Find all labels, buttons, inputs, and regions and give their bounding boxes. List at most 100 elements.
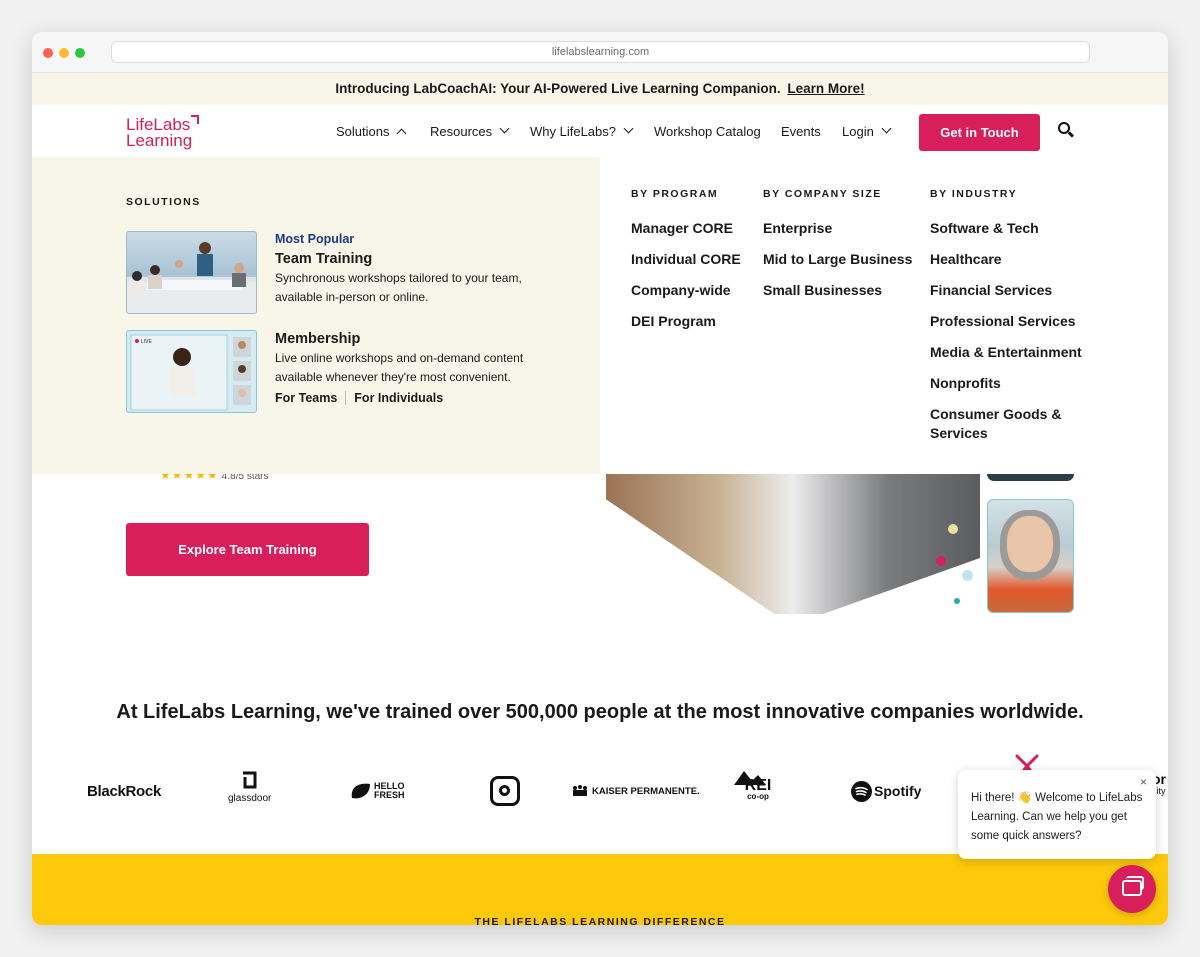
hero-image (606, 474, 980, 614)
decor-dot (954, 598, 960, 604)
menu-item-professional-services[interactable]: Professional Services (930, 312, 1082, 331)
instagram-logo (490, 773, 520, 809)
nav-solutions[interactable]: Solutions (336, 105, 407, 157)
video-card-partial (987, 474, 1074, 481)
nav-workshop-catalog[interactable]: Workshop Catalog (654, 105, 761, 157)
menu-item-manager-core[interactable]: Manager CORE (631, 219, 741, 238)
nav-workshop-catalog-label: Workshop Catalog (654, 123, 761, 139)
team-training-title[interactable]: Team Training (275, 249, 522, 269)
menu-item-mid-large[interactable]: Mid to Large Business (763, 250, 912, 269)
close-icon[interactable]: × (1140, 773, 1147, 792)
chevron-down-icon (623, 123, 634, 133)
decor-dot (962, 570, 973, 581)
difference-label: THE LIFELABS LEARNING DIFFERENCE (474, 916, 726, 925)
hellofresh-logo: HELLO FRESH (350, 773, 405, 809)
by-company-size-list: Enterprise Mid to Large Business Small B… (763, 219, 912, 312)
mega-menu-solutions: SOLUTIONS Most Popular Team Training Syn… (32, 157, 600, 474)
menu-item-nonprofits[interactable]: Nonprofits (930, 374, 1082, 393)
kaiser-people-icon (573, 785, 587, 796)
by-program-heading: BY PROGRAM (631, 188, 719, 200)
nav-resources[interactable]: Resources (430, 105, 510, 157)
menu-item-software-tech[interactable]: Software & Tech (930, 219, 1082, 238)
menu-item-company-wide[interactable]: Company-wide (631, 281, 741, 300)
spotify-icon (851, 780, 872, 802)
team-training-desc-1: Synchronous workshops tailored to your t… (275, 271, 522, 285)
menu-item-consumer-goods-line2[interactable]: Services (930, 424, 1082, 443)
membership-desc-1: Live online workshops and on-demand cont… (275, 351, 524, 365)
glassdoor-wordmark: glassdoor (228, 793, 272, 804)
team-training-desc-2: available in-person or online. (275, 290, 429, 304)
browser-chrome: lifelabslearning.com (32, 32, 1168, 73)
live-badge: LIVE (141, 339, 153, 345)
menu-item-media-entertainment[interactable]: Media & Entertainment (930, 343, 1082, 362)
spotify-wordmark: Spotify (874, 783, 922, 799)
nav-login[interactable]: Login (842, 105, 892, 157)
team-training-text[interactable]: Most Popular Team Training Synchronous w… (275, 230, 522, 307)
menu-item-consumer-goods[interactable]: Consumer Goods & (930, 405, 1082, 424)
chat-launcher-button[interactable] (1108, 865, 1156, 913)
most-popular-tag: Most Popular (275, 232, 355, 246)
membership-desc-2: available whenever they're most convenie… (275, 370, 511, 384)
by-company-size-heading: BY COMPANY SIZE (763, 188, 882, 200)
membership-title[interactable]: Membership (275, 329, 523, 349)
nav-why-lifelabs[interactable]: Why LifeLabs? (530, 105, 634, 157)
address-bar[interactable]: lifelabslearning.com (111, 41, 1090, 63)
menu-item-healthcare[interactable]: Healthcare (930, 250, 1082, 269)
kaiser-wordmark: KAISER PERMANENTE. (592, 785, 700, 797)
minimize-window-icon[interactable] (59, 48, 69, 58)
announcement-bar: Introducing LabCoachAI: Your AI-Powered … (32, 73, 1168, 105)
search-icon[interactable] (1058, 122, 1076, 140)
logo-line-2: Learning (126, 131, 193, 150)
nav-resources-label: Resources (430, 123, 493, 139)
chat-message-text: Hi there! 👋 Welcome to LifeLabs Learning… (971, 792, 1143, 842)
get-in-touch-button[interactable]: Get in Touch (919, 114, 1040, 151)
chevron-down-icon (499, 123, 510, 133)
chevron-down-icon (881, 123, 892, 133)
decor-dot (948, 524, 958, 534)
spotify-logo: Spotify (851, 773, 921, 809)
menu-item-individual-core[interactable]: Individual CORE (631, 250, 741, 269)
nav-why-lifelabs-label: Why LifeLabs? (530, 123, 616, 139)
hellofresh-line-2: FRESH (374, 790, 405, 800)
announcement-text: Introducing LabCoachAI: Your AI-Powered … (335, 81, 781, 96)
maximize-window-icon[interactable] (75, 48, 85, 58)
chat-icon-front (1122, 880, 1142, 896)
kaiser-logo: KAISER PERMANENTE. (572, 773, 700, 809)
instagram-icon (490, 776, 520, 806)
membership-image[interactable]: LIVE (126, 330, 257, 413)
glassdoor-logo: glassdoor (228, 771, 271, 807)
nav-login-label: Login (842, 123, 874, 139)
menu-item-financial-services[interactable]: Financial Services (930, 281, 1082, 300)
rei-logo: REI co-op (734, 771, 782, 807)
team-training-image[interactable] (126, 231, 257, 314)
chat-message-bubble[interactable]: × Hi there! 👋 Welcome to LifeLabs Learni… (958, 770, 1156, 859)
hellofresh-leaf-icon (351, 783, 370, 799)
site-header: LifeLabs Learning Solutions Resources Wh… (32, 105, 1168, 157)
portrait-image (987, 499, 1074, 613)
membership-links: For Teams For Individuals (275, 391, 451, 405)
by-industry-list: Software & Tech Healthcare Financial Ser… (930, 219, 1082, 455)
for-teams-link[interactable]: For Teams (275, 391, 347, 405)
close-window-icon[interactable] (43, 48, 53, 58)
difference-section (32, 854, 1168, 925)
menu-item-enterprise[interactable]: Enterprise (763, 219, 912, 238)
by-industry-heading: BY INDUSTRY (930, 188, 1018, 200)
menu-item-small-business[interactable]: Small Businesses (763, 281, 912, 300)
chevron-up-icon (397, 128, 407, 138)
nav-events-label: Events (781, 123, 821, 139)
blackrock-logo: BlackRock (87, 782, 162, 800)
rei-sub: co-op (747, 792, 769, 801)
decor-dot (936, 556, 946, 566)
explore-team-training-button[interactable]: Explore Team Training (126, 523, 369, 576)
solutions-heading: SOLUTIONS (126, 196, 201, 208)
for-individuals-link[interactable]: For Individuals (346, 391, 451, 405)
mega-menu-categories: BY PROGRAM Manager CORE Individual CORE … (600, 157, 1168, 474)
learn-more-link[interactable]: Learn More! (787, 81, 864, 96)
by-program-list: Manager CORE Individual CORE Company-wid… (631, 219, 741, 343)
lifelabs-logo[interactable]: LifeLabs Learning (126, 115, 200, 150)
trained-heading: At LifeLabs Learning, we've trained over… (116, 701, 1084, 723)
glassdoor-icon (242, 771, 257, 789)
nav-events[interactable]: Events (781, 105, 821, 157)
membership-text[interactable]: Membership Live online workshops and on-… (275, 329, 523, 387)
menu-item-dei-program[interactable]: DEI Program (631, 312, 741, 331)
